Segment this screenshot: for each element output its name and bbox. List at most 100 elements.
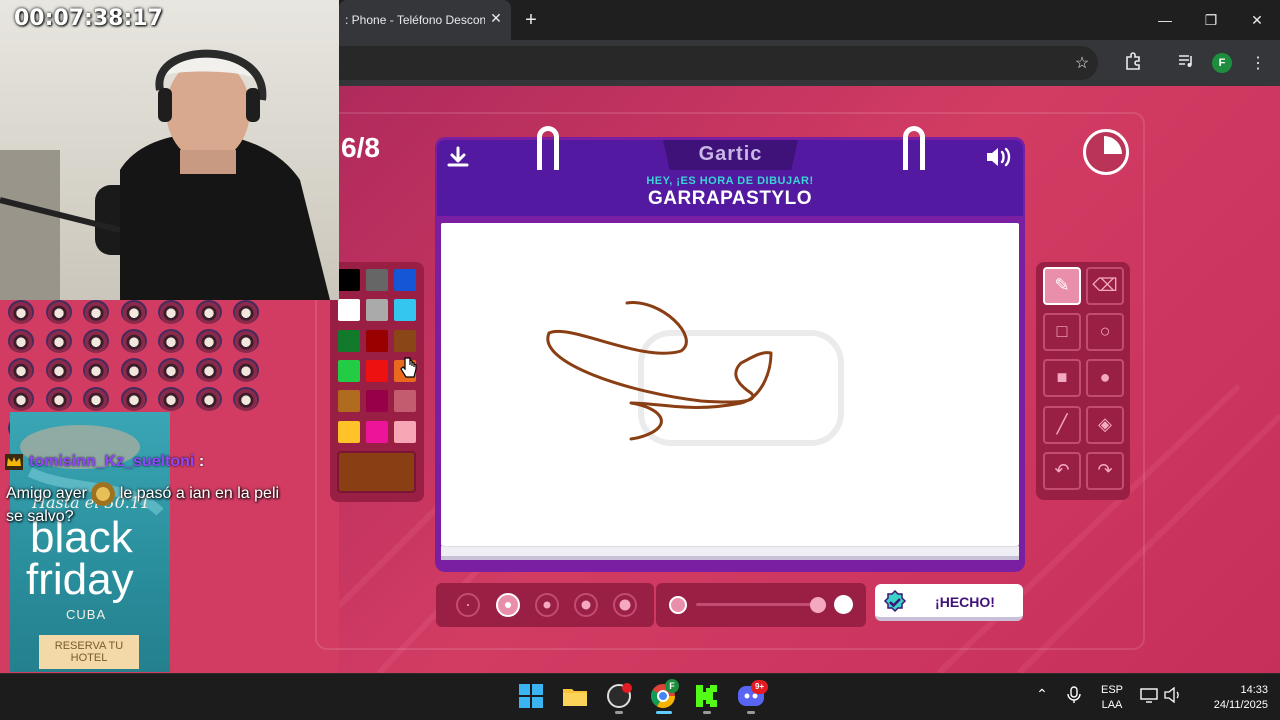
close-window-button[interactable]: ✕ — [1245, 8, 1269, 32]
color-swatch[interactable] — [366, 269, 388, 291]
opacity-slider-fill — [696, 603, 812, 606]
bookmark-star-icon[interactable]: ☆ — [1070, 52, 1094, 76]
kick-icon[interactable] — [693, 682, 721, 710]
address-bar[interactable] — [339, 46, 1098, 80]
circle-outline-icon[interactable]: ○ — [1086, 313, 1124, 351]
clock[interactable]: 14:33 24/11/2025 — [1192, 684, 1268, 711]
brown-stroke — [546, 301, 773, 441]
emote-icon — [158, 300, 184, 324]
color-swatch[interactable] — [394, 390, 416, 412]
round-counter: 6/8 — [341, 132, 380, 163]
stream-timer: 00:07:38:17 — [14, 6, 163, 31]
redo-icon[interactable]: ↷ — [1086, 452, 1124, 490]
profile-avatar[interactable]: F — [1212, 53, 1232, 73]
tab-close-icon[interactable]: ✕ — [488, 10, 504, 26]
emote-icon — [158, 358, 184, 382]
ad-reserve-button[interactable]: RESERVA TU HOTEL — [39, 635, 139, 669]
new-tab-button[interactable]: + — [520, 8, 542, 32]
gartic-logo: Gartic — [698, 143, 763, 165]
color-swatch[interactable] — [394, 269, 416, 291]
color-swatch[interactable] — [366, 330, 388, 352]
hand-cursor-icon — [399, 356, 417, 380]
keyboard-layout: LAA — [1101, 699, 1123, 711]
brush-size-button[interactable] — [613, 593, 637, 617]
volume-icon[interactable] — [1164, 686, 1182, 704]
emote-icon — [158, 387, 184, 411]
extensions-icon[interactable] — [1121, 52, 1145, 76]
color-swatch[interactable] — [338, 421, 360, 443]
color-swatch[interactable] — [366, 421, 388, 443]
color-swatch[interactable] — [338, 330, 360, 352]
emote-icon — [120, 300, 147, 324]
emote-icon — [45, 358, 72, 382]
color-swatch[interactable] — [338, 269, 360, 291]
emote-icon — [8, 358, 34, 382]
kick-running-indicator — [703, 711, 711, 714]
square-outline-icon[interactable]: □ — [1043, 313, 1081, 351]
emote-icon — [83, 387, 109, 411]
microphone-icon[interactable] — [1066, 686, 1082, 704]
download-icon[interactable] — [446, 145, 470, 169]
media-controls-icon[interactable] — [1174, 52, 1198, 76]
emote-icon — [195, 358, 222, 382]
minimize-button[interactable]: — — [1153, 8, 1177, 32]
color-swatch[interactable] — [338, 360, 360, 382]
binder-ring-left — [537, 126, 559, 170]
line-icon[interactable]: ╱ — [1043, 406, 1081, 444]
emote-icon — [45, 329, 72, 353]
emote-icon — [233, 329, 259, 353]
canvas-watermark — [638, 330, 844, 446]
square-filled-icon[interactable]: ■ — [1043, 359, 1081, 397]
webcam-feed: 00:07:38:17 — [0, 0, 339, 300]
drawing-canvas[interactable] — [441, 223, 1019, 546]
clock-time: 14:33 — [1240, 684, 1268, 696]
chat-username: tomisinn_Kz_sueltoni : — [29, 453, 204, 471]
circle-filled-icon[interactable]: ● — [1086, 359, 1124, 397]
chat-message: Amigo ayer le pasó a ian en la peli se s… — [6, 482, 296, 527]
color-swatch[interactable] — [338, 299, 360, 321]
sound-icon[interactable] — [984, 145, 1014, 169]
emote-icon — [195, 329, 222, 353]
tray-overflow-chevron-icon[interactable]: ⌃ — [1034, 686, 1050, 703]
color-swatch[interactable] — [366, 299, 388, 321]
color-swatch[interactable] — [366, 390, 388, 412]
browser-tab[interactable]: : Phone - Teléfono Desconectado ✕ — [339, 0, 511, 40]
color-swatch[interactable] — [338, 390, 360, 412]
chat-username-text: tomisinn_Kz_sueltoni — [29, 453, 195, 470]
brush-size-dot — [467, 604, 469, 606]
opacity-max-icon — [834, 595, 853, 614]
binder-ring-right — [903, 126, 925, 170]
chat-emote-icon — [91, 482, 116, 506]
undo-icon[interactable]: ↶ — [1043, 452, 1081, 490]
emote-icon — [83, 329, 109, 353]
emote-icon — [233, 387, 259, 411]
menu-kebab-icon[interactable]: ⋮ — [1246, 52, 1270, 76]
color-swatch[interactable] — [394, 421, 416, 443]
brush-size-dot — [581, 600, 591, 610]
start-icon[interactable] — [517, 682, 545, 710]
paper-edge — [441, 546, 1019, 560]
file-explorer-icon[interactable] — [561, 682, 589, 710]
restore-button[interactable]: ❐ — [1199, 8, 1223, 32]
color-swatch[interactable] — [394, 330, 416, 352]
emote-icon — [45, 387, 72, 411]
pencil-icon[interactable]: ✎ — [1043, 267, 1081, 305]
tab-title: : Phone - Teléfono Desconectado — [345, 13, 485, 27]
fill-bucket-icon[interactable]: ◈ — [1086, 406, 1124, 444]
opacity-slider-handle[interactable] — [810, 597, 826, 613]
brush-size-button[interactable] — [574, 593, 598, 617]
language-indicator[interactable]: ESP LAA — [1096, 684, 1128, 711]
brush-size-button[interactable] — [456, 593, 480, 617]
color-swatch[interactable] — [366, 360, 388, 382]
emote-icon — [45, 300, 72, 324]
obs-icon[interactable] — [605, 682, 633, 710]
chrome-active-indicator — [656, 711, 672, 714]
color-swatch[interactable] — [394, 299, 416, 321]
ad-headline-friday: friday — [26, 555, 134, 604]
emote-icon — [195, 387, 222, 411]
network-icon[interactable] — [1140, 687, 1158, 703]
eraser-icon[interactable]: ⌫ — [1086, 267, 1124, 305]
brush-size-button[interactable] — [496, 593, 520, 617]
brush-size-button[interactable] — [535, 593, 559, 617]
windows-taskbar — [0, 673, 1280, 720]
